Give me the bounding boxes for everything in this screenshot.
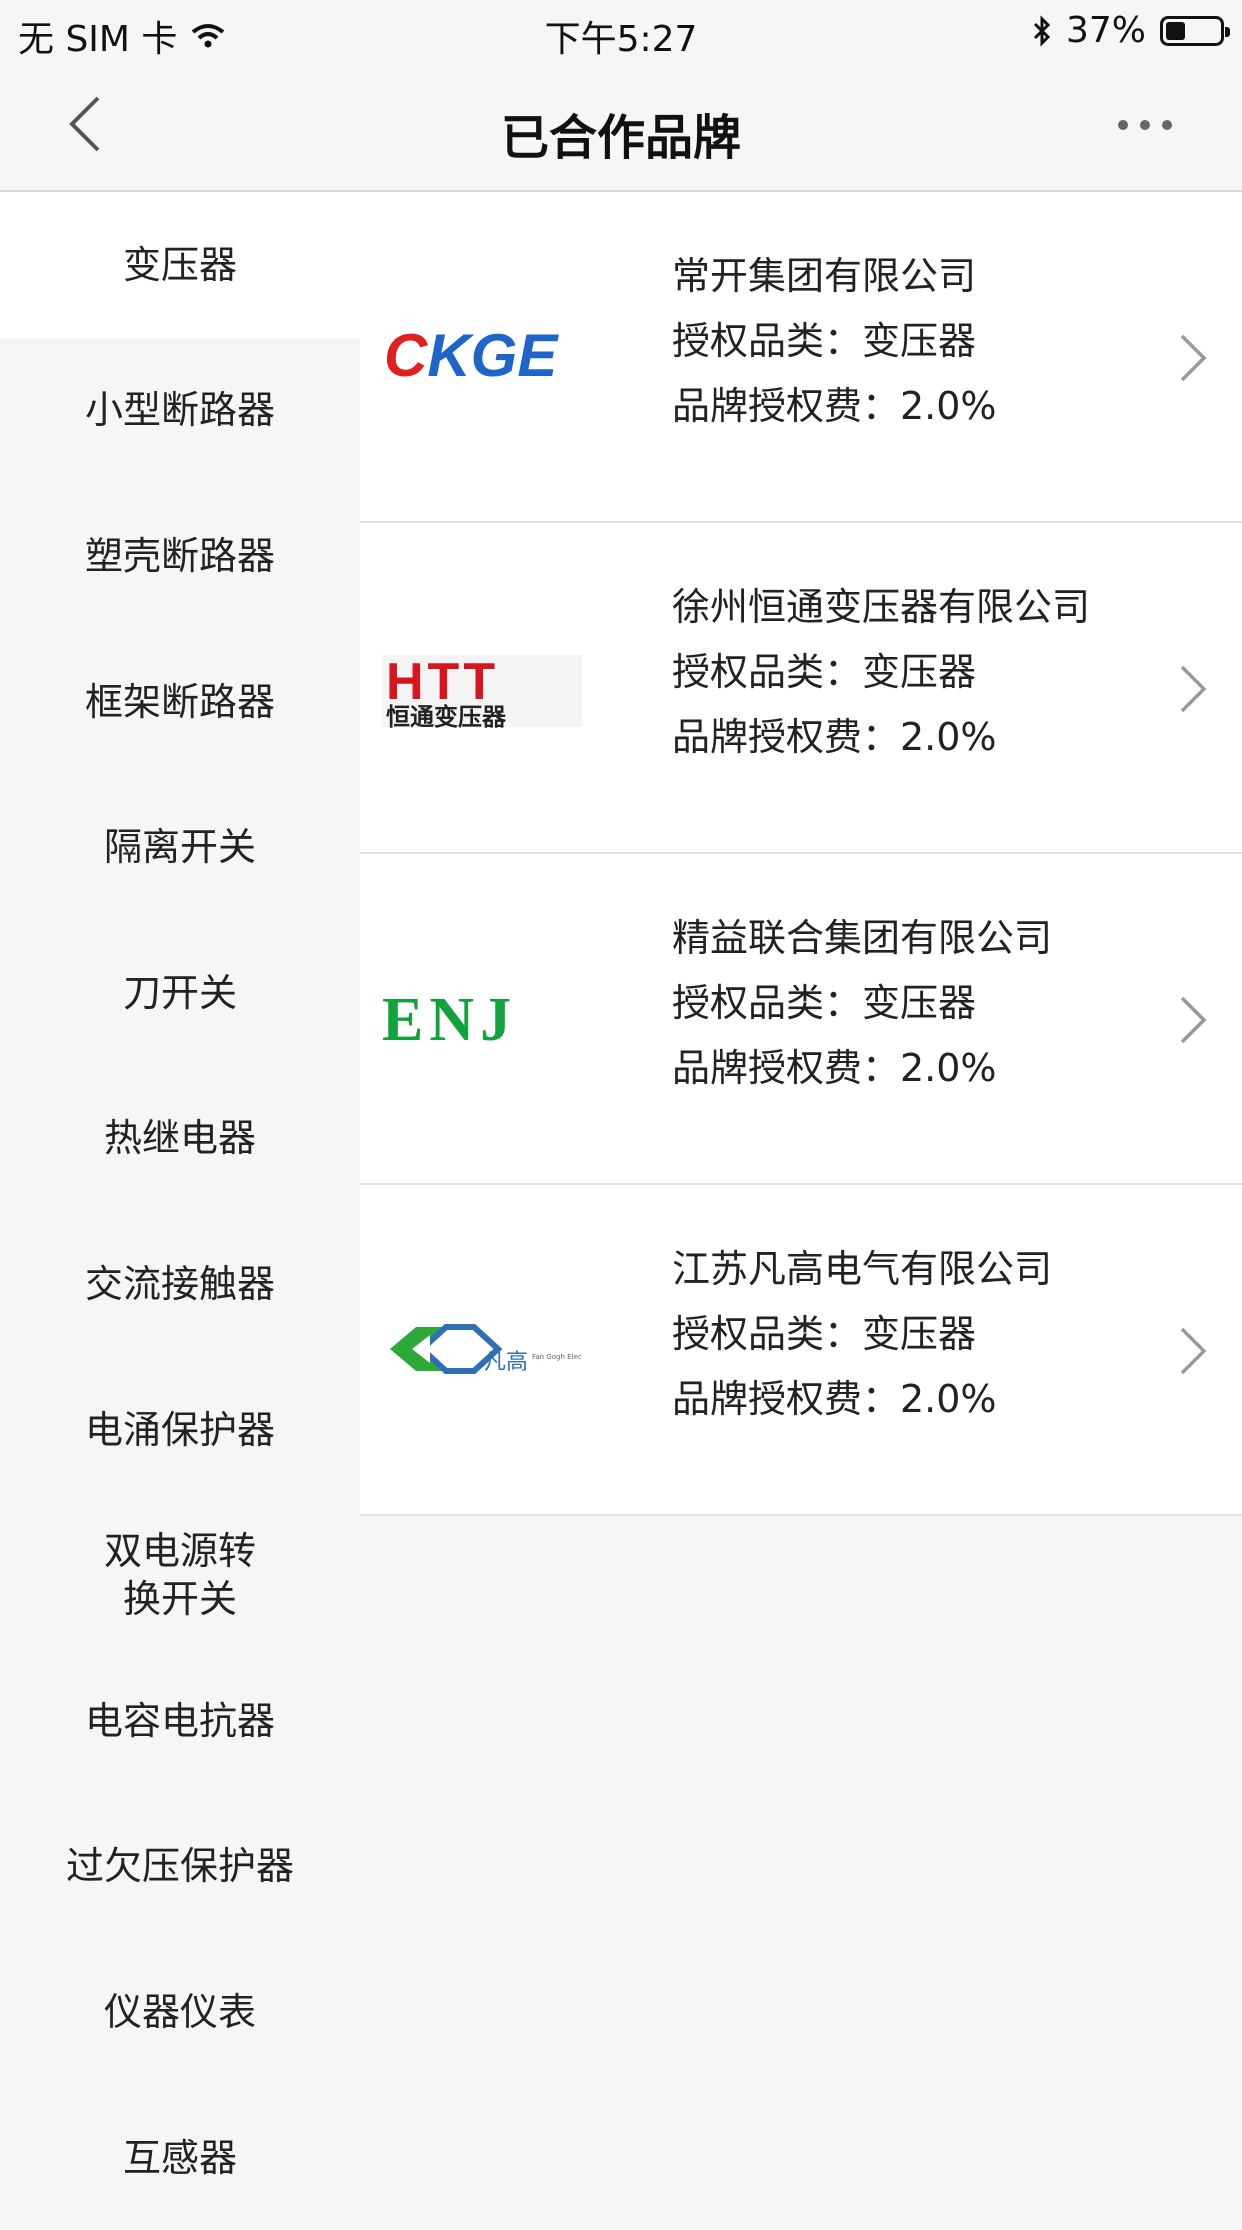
sidebar-item-instruments[interactable]: 仪器仪表 xyxy=(0,1939,360,2085)
svg-text:Fan Gogh Electric: Fan Gogh Electric xyxy=(532,1353,582,1361)
brand-logo: HTT 恒通变压器 xyxy=(382,633,582,743)
svg-text:恒通变压器: 恒通变压器 xyxy=(386,703,507,731)
license-fee: 品牌授权费：2.0% xyxy=(672,715,997,759)
auth-category: 授权品类：变压器 xyxy=(672,1312,977,1356)
brand-info: 江苏凡高电气有限公司 授权品类：变压器 品牌授权费：2.0% xyxy=(672,1237,1052,1432)
license-fee: 品牌授权费：2.0% xyxy=(672,1377,997,1421)
more-dot xyxy=(1140,120,1150,130)
sidebar-item-voltage-protector[interactable]: 过欠压保护器 xyxy=(0,1794,360,1940)
brand-info: 徐州恒通变压器有限公司 授权品类：变压器 品牌授权费：2.0% xyxy=(672,575,1090,770)
more-dot xyxy=(1162,120,1172,130)
sidebar-item-surge-protector[interactable]: 电涌保护器 xyxy=(0,1357,360,1503)
sidebar-item-knife-switch[interactable]: 刀开关 xyxy=(0,920,360,1066)
license-fee: 品牌授权费：2.0% xyxy=(672,384,997,428)
brand-info: 常开集团有限公司 授权品类：变压器 品牌授权费：2.0% xyxy=(672,244,997,439)
brand-logo: CKGE xyxy=(382,302,582,412)
brand-logo: 凡高 Fan Gogh Electric xyxy=(382,1295,582,1405)
nav-bar: 已合作品牌 xyxy=(0,64,1242,192)
sidebar-item-ac-contactor[interactable]: 交流接触器 xyxy=(0,1211,360,1357)
auth-category: 授权品类：变压器 xyxy=(672,981,977,1025)
sidebar-item-molded-case-breaker[interactable]: 塑壳断路器 xyxy=(0,483,360,629)
sidebar-item-transformer[interactable]: 变压器 xyxy=(0,192,360,338)
svg-text:CKGE: CKGE xyxy=(384,322,559,389)
chevron-right-icon xyxy=(1180,996,1207,1044)
status-bar: 无 SIM 卡 下午5:27 37% xyxy=(0,0,1242,64)
category-sidebar: 变压器 小型断路器 塑壳断路器 框架断路器 隔离开关 刀开关 热继电器 交流接触… xyxy=(0,192,360,2230)
ckge-logo-icon: CKGE xyxy=(384,322,559,389)
bluetooth-icon xyxy=(1033,14,1051,47)
company-name: 徐州恒通变压器有限公司 xyxy=(672,585,1091,629)
sidebar-item-miniature-breaker[interactable]: 小型断路器 xyxy=(0,338,360,484)
more-button[interactable] xyxy=(1118,120,1172,130)
brand-list: CKGE 常开集团有限公司 授权品类：变压器 品牌授权费：2.0% HTT 恒通… xyxy=(360,192,1242,1516)
license-fee: 品牌授权费：2.0% xyxy=(672,1046,997,1090)
enj-logo-icon: ENJ xyxy=(382,986,517,1054)
company-name: 常开集团有限公司 xyxy=(672,254,977,298)
htt-logo-icon: HTT 恒通变压器 xyxy=(382,653,582,731)
brand-info: 精益联合集团有限公司 授权品类：变压器 品牌授权费：2.0% xyxy=(672,906,1052,1101)
svg-text:凡高: 凡高 xyxy=(484,1350,528,1375)
status-right: 37% xyxy=(1032,10,1230,51)
sidebar-item-capacitor-reactor[interactable]: 电容电抗器 xyxy=(0,1648,360,1794)
brand-card-ckge[interactable]: CKGE 常开集团有限公司 授权品类：变压器 品牌授权费：2.0% xyxy=(360,192,1242,523)
fangao-logo-icon: 凡高 Fan Gogh Electric xyxy=(390,1324,582,1375)
brand-card-enj[interactable]: ENJ 精益联合集团有限公司 授权品类：变压器 品牌授权费：2.0% xyxy=(360,854,1242,1185)
sidebar-item-isolation-switch[interactable]: 隔离开关 xyxy=(0,774,360,920)
chevron-right-icon xyxy=(1180,1327,1207,1375)
battery-percent: 37% xyxy=(1065,10,1146,51)
company-name: 江苏凡高电气有限公司 xyxy=(672,1247,1053,1291)
chevron-right-icon xyxy=(1180,665,1207,713)
page-title: 已合作品牌 xyxy=(500,110,741,166)
svg-text:ENJ: ENJ xyxy=(382,986,517,1054)
sidebar-item-frame-breaker[interactable]: 框架断路器 xyxy=(0,629,360,775)
company-name: 精益联合集团有限公司 xyxy=(672,916,1053,960)
sidebar-item-thermal-relay[interactable]: 热继电器 xyxy=(0,1066,360,1212)
more-dot xyxy=(1118,120,1128,130)
chevron-right-icon xyxy=(1180,334,1207,382)
auth-category: 授权品类：变压器 xyxy=(672,650,977,694)
brand-card-htt[interactable]: HTT 恒通变压器 徐州恒通变压器有限公司 授权品类：变压器 品牌授权费：2.0… xyxy=(360,523,1242,854)
brand-card-fangao[interactable]: 凡高 Fan Gogh Electric 江苏凡高电气有限公司 授权品类：变压器… xyxy=(360,1185,1242,1516)
battery-icon xyxy=(1160,15,1230,46)
sidebar-item-dual-power-switch[interactable]: 双电源转换开关 xyxy=(0,1502,360,1648)
brand-logo: ENJ xyxy=(382,964,582,1074)
auth-category: 授权品类：变压器 xyxy=(672,319,977,363)
sidebar-item-transformer-ct[interactable]: 互感器 xyxy=(0,2085,360,2230)
